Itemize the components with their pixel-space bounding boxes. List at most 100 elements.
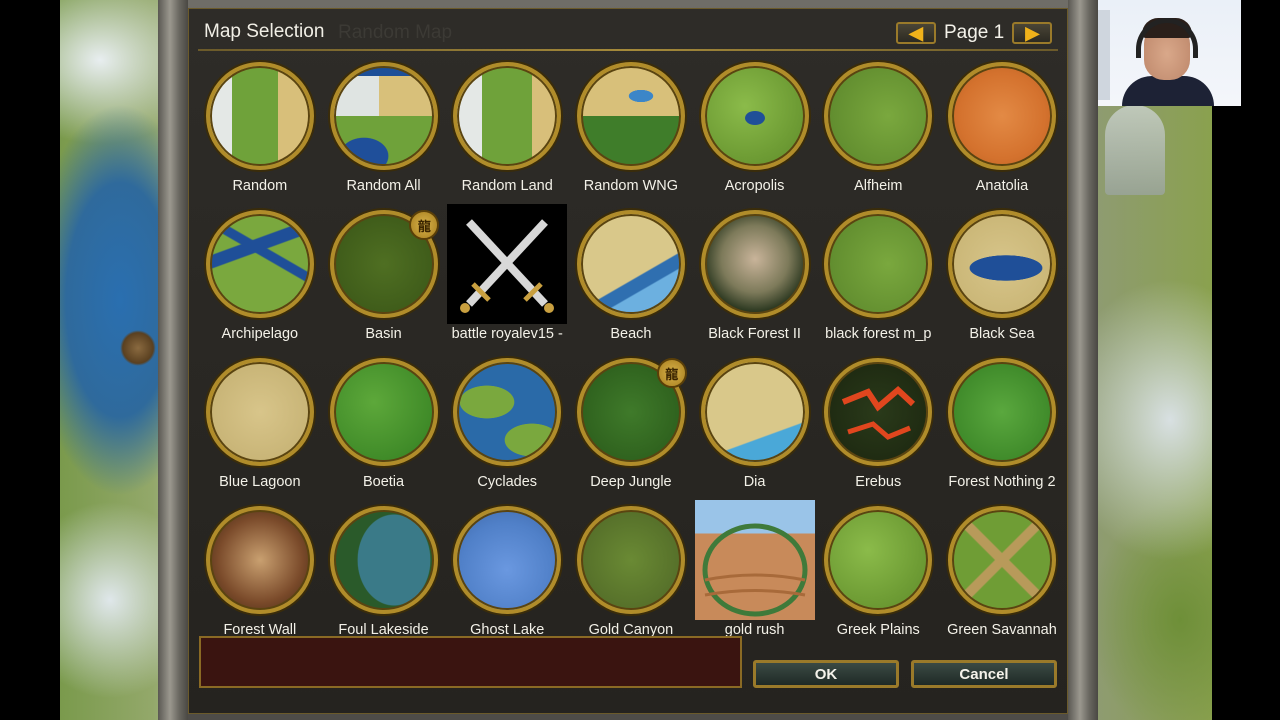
map-thumbnail bbox=[576, 210, 685, 318]
map-thumbnail bbox=[824, 506, 933, 614]
map-thumbnail bbox=[576, 506, 685, 614]
next-page-button[interactable]: ▶ bbox=[1012, 22, 1053, 44]
map-thumbnail bbox=[329, 62, 438, 170]
map-label: Basin bbox=[365, 326, 402, 342]
map-tile-dia[interactable]: Dia bbox=[693, 352, 817, 500]
map-tile-boetia[interactable]: Boetia bbox=[322, 352, 446, 500]
map-tile-green-savannah[interactable]: Green Savannah bbox=[940, 500, 1064, 648]
map-tile-black-forest-ii[interactable]: Black Forest II bbox=[693, 204, 817, 352]
map-thumbnail bbox=[205, 62, 314, 170]
map-label: Cyclades bbox=[477, 474, 538, 490]
map-label: Random Land bbox=[461, 178, 553, 194]
arrow-left-icon: ◀ bbox=[909, 23, 923, 43]
map-label: Blue Lagoon bbox=[219, 474, 301, 490]
map-thumbnail bbox=[947, 506, 1056, 614]
dialog-title: Map Selection bbox=[204, 21, 325, 42]
map-thumbnail bbox=[329, 358, 438, 466]
map-label: Random bbox=[232, 178, 288, 194]
map-tile-basin[interactable]: 龍 Basin bbox=[322, 204, 446, 352]
webcam-overlay bbox=[1092, 0, 1241, 106]
gods-portrait-icon bbox=[205, 506, 314, 614]
map-thumbnail bbox=[453, 358, 562, 466]
map-thumbnail bbox=[329, 506, 438, 614]
map-tile-blue-lagoon[interactable]: Blue Lagoon bbox=[198, 352, 322, 500]
map-thumbnail bbox=[700, 62, 809, 170]
map-label: Green Savannah bbox=[947, 622, 1057, 638]
map-tile-forest-wall[interactable]: Forest Wall bbox=[198, 500, 322, 648]
map-tile-alfheim[interactable]: Alfheim bbox=[816, 56, 940, 204]
map-tile-cyclades[interactable]: Cyclades bbox=[445, 352, 569, 500]
map-tile-archipelago[interactable]: Archipelago bbox=[198, 204, 322, 352]
letterbox-right bbox=[1212, 0, 1280, 720]
map-tile-gold-rush[interactable]: gold rush bbox=[693, 500, 817, 648]
page-indicator: Page 1 bbox=[944, 22, 1005, 43]
map-label: black forest m_p bbox=[825, 326, 932, 342]
map-tile-beach[interactable]: Beach bbox=[569, 204, 693, 352]
map-tile-ghost-lake[interactable]: Ghost Lake bbox=[445, 500, 569, 648]
map-tile-acropolis[interactable]: Acropolis bbox=[693, 56, 817, 204]
title-divider bbox=[198, 49, 1058, 51]
crossed-swords-icon bbox=[447, 204, 568, 324]
map-tile-black-forest-mp[interactable]: black forest m_p bbox=[816, 204, 940, 352]
pager: ◀ Page 1 ▶ bbox=[896, 20, 1053, 46]
map-selection-dialog: Random Map Map Selection ◀ Page 1 ▶ Rand… bbox=[158, 0, 1098, 720]
webcam-person-body bbox=[1122, 76, 1214, 106]
map-label: Black Forest II bbox=[708, 326, 801, 342]
map-label: Random WNG bbox=[583, 178, 679, 194]
map-tile-erebus[interactable]: Erebus bbox=[816, 352, 940, 500]
dragon-badge-icon: 龍 bbox=[409, 210, 440, 240]
background-bridge bbox=[120, 330, 156, 366]
dialog-pillar-left bbox=[158, 0, 188, 720]
map-tile-black-sea[interactable]: Black Sea bbox=[940, 204, 1064, 352]
arrow-right-icon: ▶ bbox=[1025, 23, 1040, 43]
map-thumbnail bbox=[824, 62, 933, 170]
map-thumbnail bbox=[700, 358, 809, 466]
background-temple bbox=[1105, 105, 1165, 195]
cancel-button[interactable]: Cancel bbox=[911, 660, 1057, 688]
map-tile-battle-royale[interactable]: battle royalev15 - bbox=[445, 204, 569, 352]
map-label: Alfheim bbox=[854, 178, 903, 194]
lake-icon bbox=[744, 111, 765, 125]
map-label: Anatolia bbox=[975, 178, 1029, 194]
lava-icon bbox=[842, 385, 916, 440]
map-tile-random[interactable]: Random bbox=[198, 56, 322, 204]
ok-button[interactable]: OK bbox=[753, 660, 899, 688]
map-tile-foul-lakeside[interactable]: Foul Lakeside bbox=[322, 500, 446, 648]
map-thumbnail bbox=[947, 62, 1056, 170]
map-tile-gold-canyon[interactable]: Gold Canyon bbox=[569, 500, 693, 648]
map-label: Random All bbox=[346, 178, 421, 194]
prev-page-button[interactable]: ◀ bbox=[896, 22, 936, 44]
map-thumbnail bbox=[824, 358, 933, 466]
map-thumbnail bbox=[947, 358, 1056, 466]
map-label: Acropolis bbox=[724, 178, 785, 194]
map-label: Forest Nothing 2 bbox=[948, 474, 1056, 490]
map-tile-anatolia[interactable]: Anatolia bbox=[940, 56, 1064, 204]
map-thumbnail bbox=[453, 62, 562, 170]
map-thumbnail bbox=[576, 62, 685, 170]
map-tile-random-land[interactable]: Random Land bbox=[445, 56, 569, 204]
map-label: Boetia bbox=[362, 474, 405, 490]
map-label: Deep Jungle bbox=[590, 474, 672, 490]
map-thumbnail bbox=[947, 210, 1056, 318]
map-tile-deep-jungle[interactable]: 龍 Deep Jungle bbox=[569, 352, 693, 500]
map-label: Erebus bbox=[855, 474, 902, 490]
portrait-icon bbox=[700, 210, 809, 318]
map-tile-random-wng[interactable]: Random WNG bbox=[569, 56, 693, 204]
letterbox-left bbox=[0, 0, 60, 720]
map-tile-greek-plains[interactable]: Greek Plains bbox=[816, 500, 940, 648]
map-thumbnail bbox=[453, 506, 562, 614]
map-label: Greek Plains bbox=[836, 622, 920, 638]
dialog-pillar-right bbox=[1068, 0, 1098, 720]
desert-ring-icon bbox=[694, 500, 815, 620]
map-label: Dia bbox=[743, 474, 766, 490]
map-thumbnail bbox=[205, 358, 314, 466]
map-label: Archipelago bbox=[221, 326, 299, 342]
map-tile-random-all[interactable]: Random All bbox=[322, 56, 446, 204]
map-thumbnail bbox=[824, 210, 933, 318]
map-thumbnail bbox=[205, 210, 314, 318]
map-tile-forest-nothing-2[interactable]: Forest Nothing 2 bbox=[940, 352, 1064, 500]
map-label: Black Sea bbox=[969, 326, 1035, 342]
map-label: battle royalev15 - bbox=[451, 326, 563, 342]
dragon-badge-icon: 龍 bbox=[656, 358, 687, 388]
map-description-box bbox=[199, 636, 742, 688]
